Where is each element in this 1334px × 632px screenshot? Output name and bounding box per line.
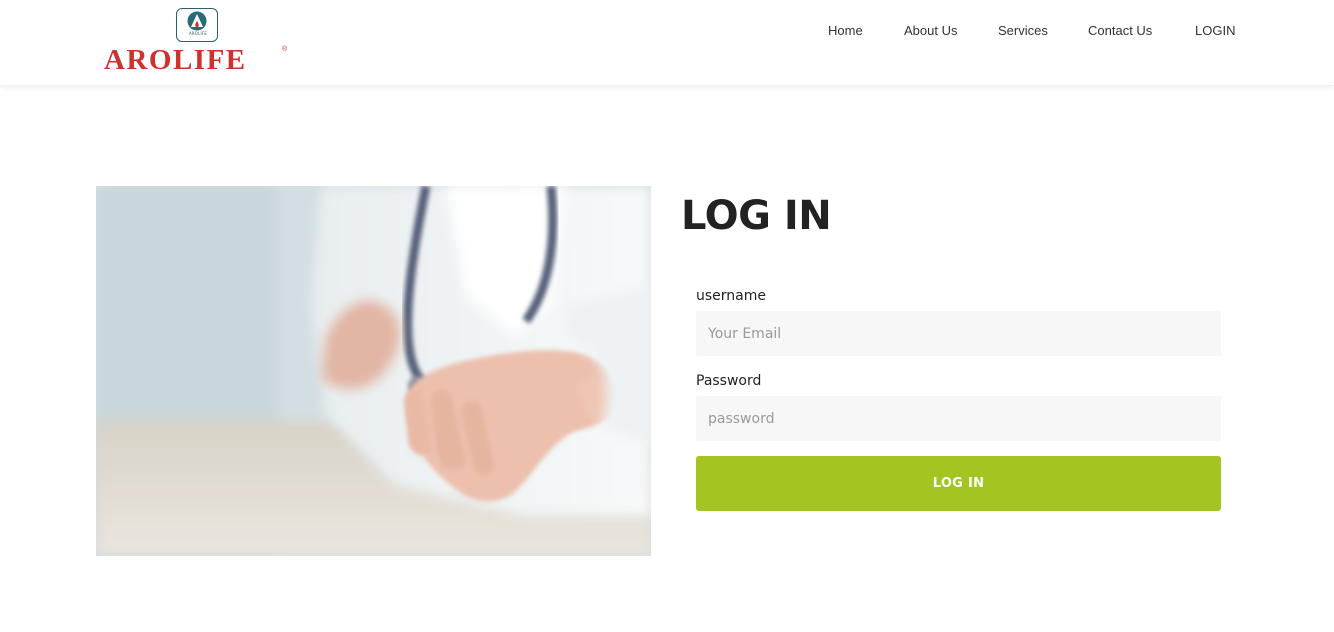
registered-mark: ® xyxy=(282,46,288,53)
site-header: AROLIFE AROLIFE ® Home About Us Services… xyxy=(0,0,1334,86)
doctor-hand-photo xyxy=(96,186,651,556)
nav-login[interactable]: LOGIN xyxy=(1195,22,1235,40)
logo-emblem: AROLIFE xyxy=(176,8,218,42)
logo-mark-text: AROLIFE xyxy=(188,31,208,36)
drop-emblem-icon xyxy=(187,11,207,31)
username-label: username xyxy=(696,288,766,304)
brand-logo[interactable]: AROLIFE AROLIFE ® xyxy=(104,8,290,78)
login-button[interactable]: LOG IN xyxy=(696,456,1221,511)
brand-name: AROLIFE xyxy=(104,44,247,76)
email-field[interactable] xyxy=(696,311,1221,356)
password-field[interactable] xyxy=(696,396,1221,441)
password-label: Password xyxy=(696,373,762,389)
nav-services[interactable]: Services xyxy=(998,22,1048,40)
nav-contact-us[interactable]: Contact Us xyxy=(1088,22,1152,40)
nav-home[interactable]: Home xyxy=(828,22,863,40)
login-title: LOG IN xyxy=(681,193,832,239)
nav-about-us[interactable]: About Us xyxy=(904,22,957,40)
doctor-open-hand-icon xyxy=(96,186,651,556)
